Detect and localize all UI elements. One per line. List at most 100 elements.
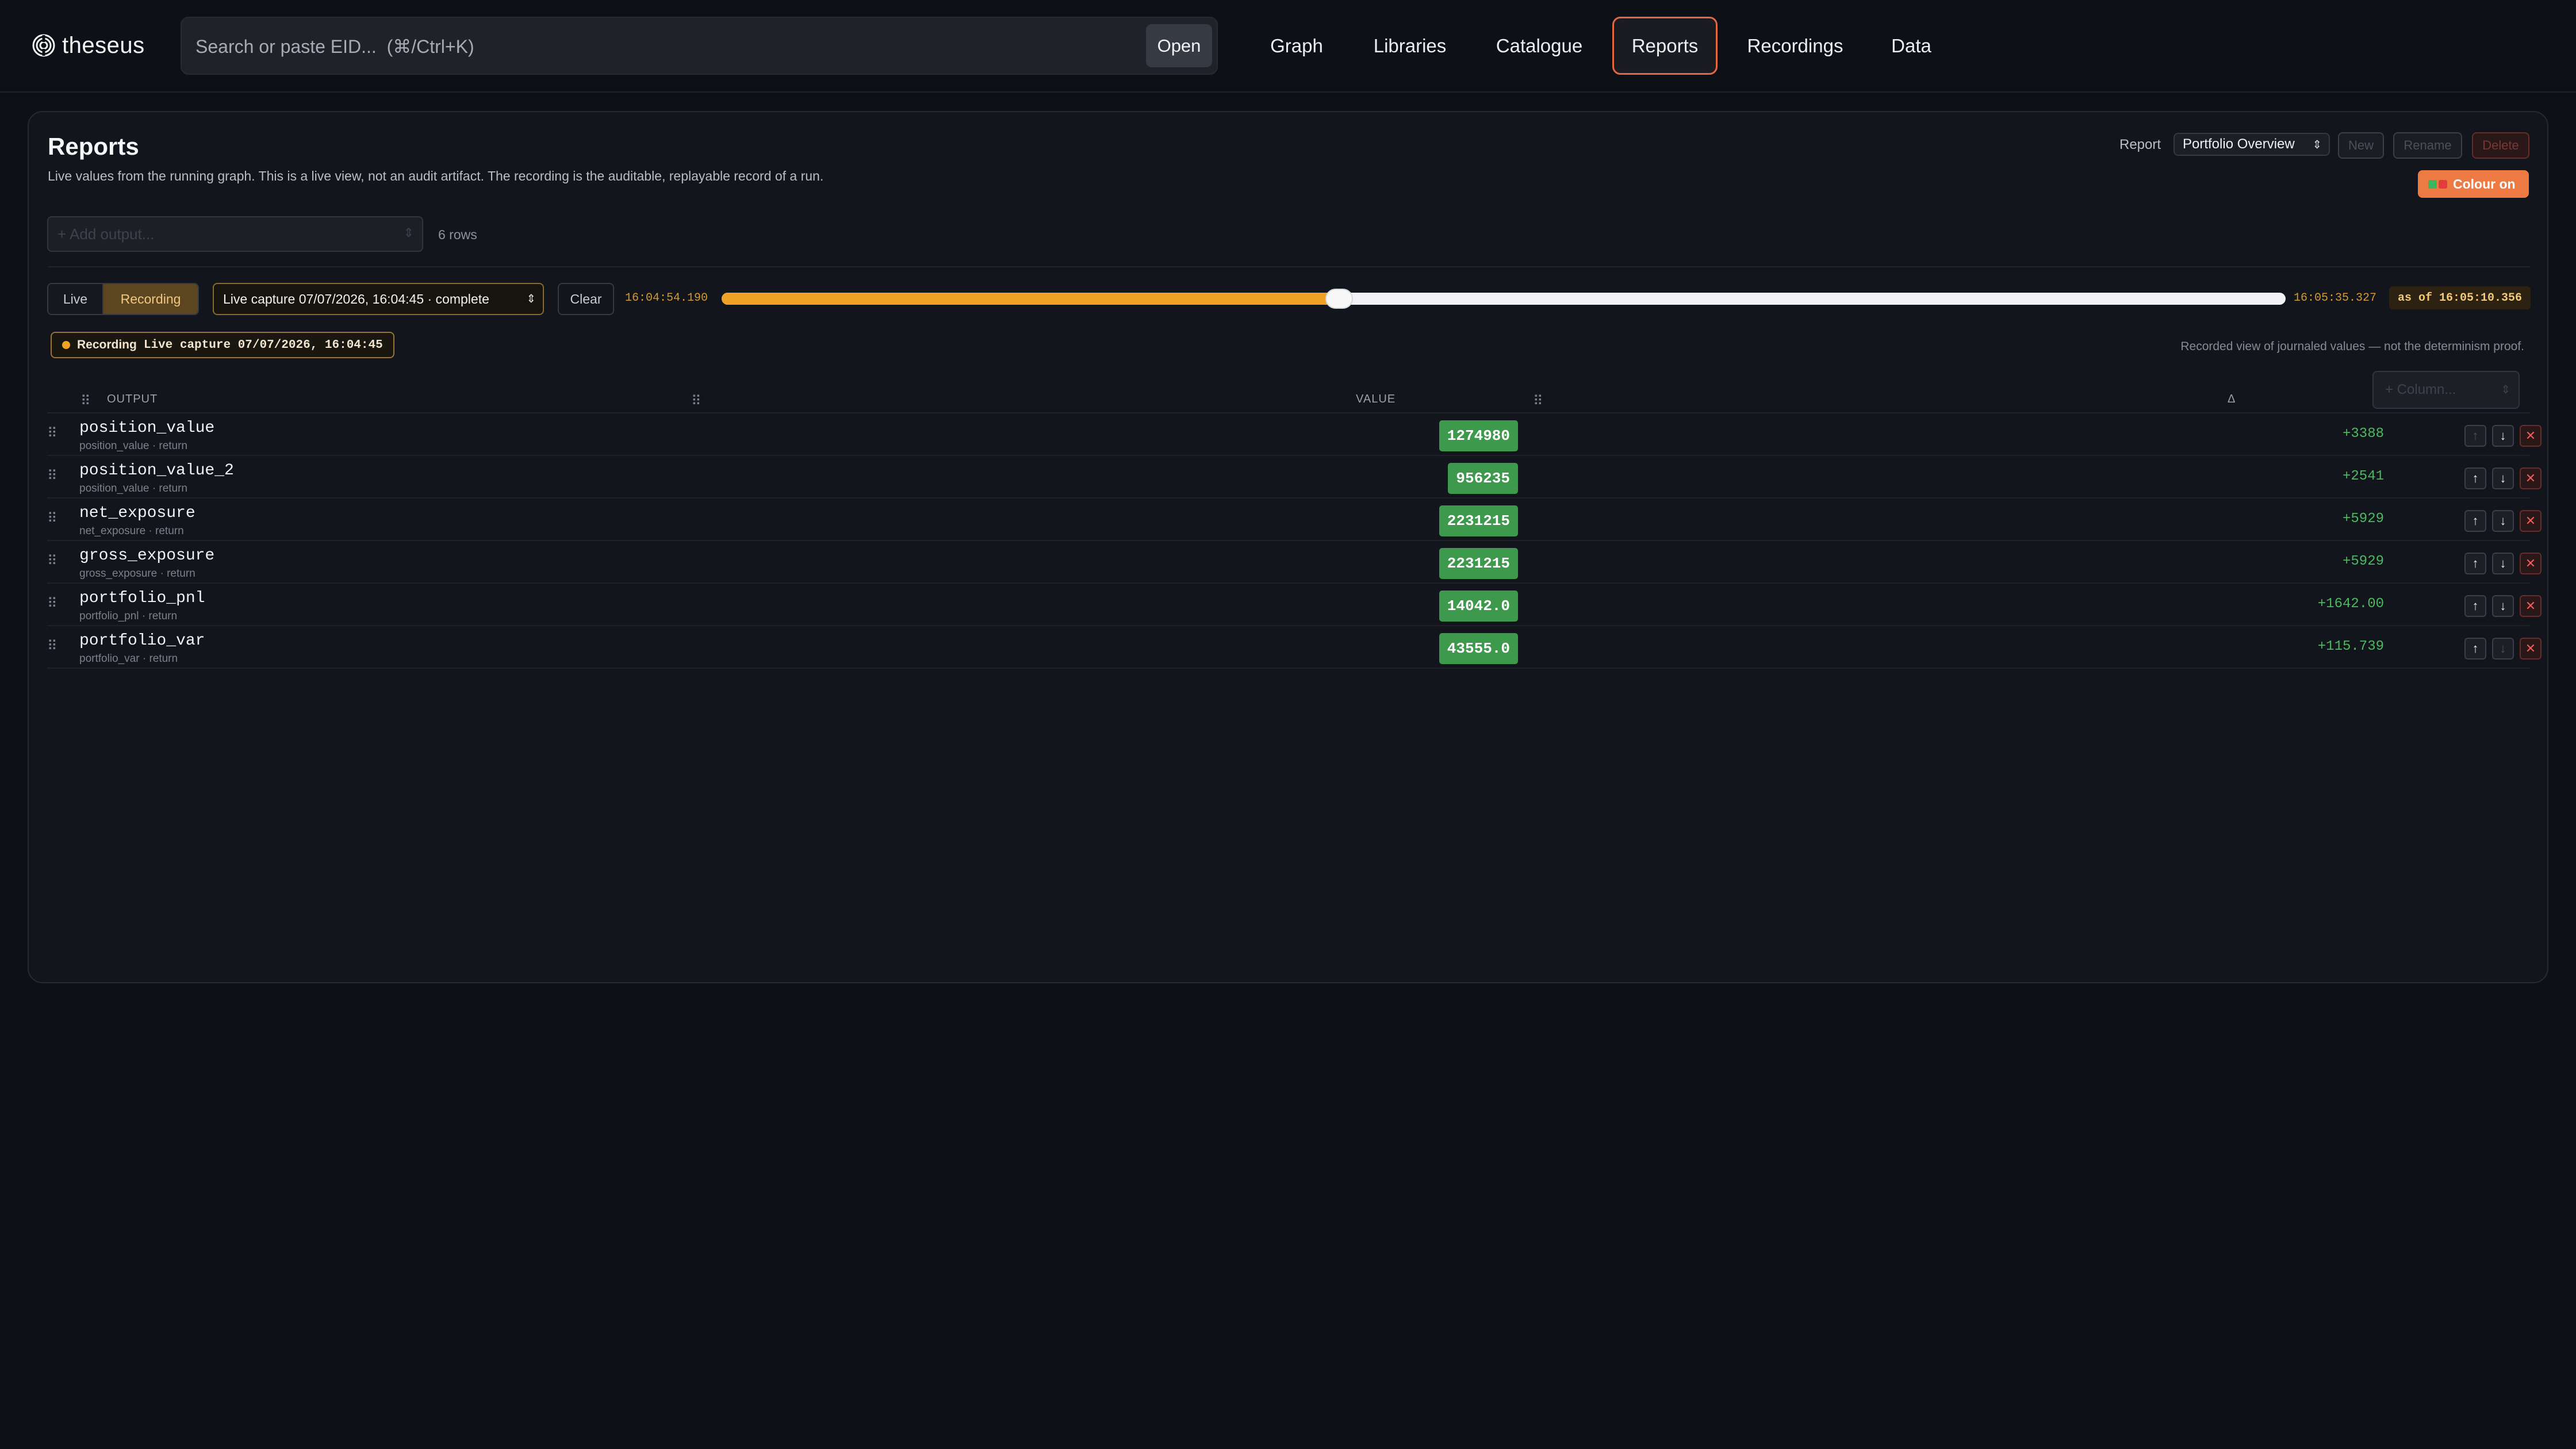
open-button[interactable]: Open (1146, 24, 1212, 67)
row-drag-handle-icon[interactable]: ⠿ (47, 638, 57, 654)
select-caret-icon: ⇕ (526, 293, 536, 305)
select-caret-icon: ⇕ (403, 225, 414, 240)
nav-graph[interactable]: Graph (1263, 17, 1331, 75)
delete-report-button[interactable]: Delete (2472, 132, 2529, 159)
recording-status-badge: Recording Live capture 07/07/2026, 16:04… (51, 332, 394, 358)
row-output-sub: gross_exposure · return (79, 568, 195, 580)
page-description: Live values from the running graph. This… (48, 168, 824, 183)
drag-handle-icon[interactable]: ⠿ (80, 393, 91, 409)
nav-libraries[interactable]: Libraries (1363, 17, 1457, 75)
live-mode-button[interactable]: Live (48, 284, 103, 314)
move-up-icon[interactable]: ↑ (2464, 638, 2486, 660)
mode-toggle: Live Recording (47, 283, 199, 315)
nav-catalogue[interactable]: Catalogue (1486, 17, 1593, 75)
theseus-logo-icon (32, 34, 55, 57)
row-output-name: position_value (79, 419, 215, 437)
capture-select-value: Live capture 07/07/2026, 16:04:45 · comp… (223, 291, 489, 306)
logo[interactable]: theseus (31, 31, 145, 60)
move-down-icon[interactable]: ↓ (2492, 425, 2514, 447)
search-box: Open (181, 17, 1218, 75)
remove-row-icon[interactable]: ✕ (2520, 595, 2542, 617)
table-row[interactable]: ⠿ portfolio_pnl portfolio_pnl · return 1404… (47, 584, 2542, 626)
report-select-value: Portfolio Overview (2183, 136, 2295, 152)
select-caret-icon: ⇕ (2501, 384, 2510, 396)
move-up-icon[interactable]: ↑ (2464, 595, 2486, 617)
remove-row-icon[interactable]: ✕ (2520, 467, 2542, 489)
move-up-icon[interactable]: ↑ (2464, 425, 2486, 447)
row-delta: +2541 (2342, 469, 2384, 484)
row-delta: +5929 (2342, 554, 2384, 569)
move-down-icon[interactable]: ↓ (2492, 638, 2514, 660)
row-drag-handle-icon[interactable]: ⠿ (47, 425, 57, 442)
column-resize-handle-icon[interactable]: ⠿ (1533, 393, 1543, 409)
logo-text: theseus (62, 32, 145, 58)
divider (47, 266, 2530, 267)
move-down-icon[interactable]: ↓ (2492, 595, 2514, 617)
as-of-badge: as of 16:05:10.356 (2389, 286, 2531, 309)
colour-swatch-icon (2428, 179, 2447, 189)
table-row[interactable]: ⠿ net_exposure net_exposure · return 223121… (47, 499, 2542, 541)
timeline-slider[interactable] (722, 289, 2286, 309)
row-output-name: portfolio_var (79, 632, 205, 650)
move-up-icon[interactable]: ↑ (2464, 510, 2486, 532)
nav-data[interactable]: Data (1879, 17, 1943, 75)
report-label: Report (2119, 137, 2161, 152)
timeline-end-time: 16:05:35.327 (2294, 292, 2377, 305)
row-output-sub: net_exposure · return (79, 525, 184, 537)
move-down-icon[interactable]: ↓ (2492, 553, 2514, 574)
move-down-icon[interactable]: ↓ (2492, 467, 2514, 489)
row-drag-handle-icon[interactable]: ⠿ (47, 510, 57, 527)
row-output-name: gross_exposure (79, 547, 215, 565)
move-down-icon[interactable]: ↓ (2492, 510, 2514, 532)
clear-button[interactable]: Clear (558, 283, 614, 315)
timeline-start-time: 16:04:54.190 (625, 292, 708, 305)
recording-dot-icon (62, 341, 70, 349)
add-column-button[interactable]: + Column... ⇕ (2372, 371, 2520, 409)
row-delta: +5929 (2342, 511, 2384, 527)
row-output-name: portfolio_pnl (79, 589, 205, 607)
remove-row-icon[interactable]: ✕ (2520, 425, 2542, 447)
new-report-button[interactable]: New (2338, 132, 2384, 159)
row-output-name: net_exposure (79, 504, 195, 522)
row-delta: +1642.00 (2317, 596, 2384, 612)
column-header-output[interactable]: OUTPUT (107, 393, 158, 406)
colour-toggle-button[interactable]: Colour on (2418, 170, 2529, 198)
row-value-pill: 43555.0 (1439, 633, 1518, 664)
search-input[interactable] (195, 32, 1116, 62)
row-value-pill: 2231215 (1439, 505, 1518, 536)
row-value-pill: 2231215 (1439, 548, 1518, 579)
column-header-delta[interactable]: Δ (2228, 393, 2236, 406)
column-resize-handle-icon[interactable]: ⠿ (691, 393, 702, 409)
report-select[interactable]: Portfolio Overview ⇕ (2174, 133, 2330, 156)
add-output-combobox[interactable]: ⇕ (47, 216, 423, 252)
add-output-input[interactable] (57, 224, 379, 244)
table-row[interactable]: ⠿ gross_exposure gross_exposure · return 22… (47, 541, 2542, 584)
table-row[interactable]: ⠿ position_value_2 position_value · return… (47, 456, 2542, 499)
top-bar: theseus Open Graph Libraries Catalogue R… (0, 0, 2576, 93)
move-up-icon[interactable]: ↑ (2464, 467, 2486, 489)
table-row[interactable]: ⠿ portfolio_var portfolio_var · return 4355… (47, 626, 2542, 669)
recording-mode-button[interactable]: Recording (103, 284, 198, 314)
reports-panel: Reports Live values from the running gra… (28, 111, 2548, 983)
nav-reports[interactable]: Reports (1612, 17, 1718, 75)
row-value-pill: 956235 (1448, 463, 1518, 494)
select-caret-icon: ⇕ (2312, 139, 2322, 151)
row-drag-handle-icon[interactable]: ⠿ (47, 595, 57, 612)
table-row[interactable]: ⠿ position_value position_value · return 12… (47, 413, 2542, 456)
nav-recordings[interactable]: Recordings (1736, 17, 1854, 75)
row-drag-handle-icon[interactable]: ⠿ (47, 553, 57, 569)
row-delta: +115.739 (2317, 639, 2384, 654)
remove-row-icon[interactable]: ✕ (2520, 553, 2542, 574)
row-drag-handle-icon[interactable]: ⠿ (47, 467, 57, 484)
row-value-pill: 14042.0 (1439, 591, 1518, 622)
capture-select[interactable]: Live capture 07/07/2026, 16:04:45 · comp… (213, 283, 544, 315)
row-output-name: position_value_2 (79, 462, 234, 480)
remove-row-icon[interactable]: ✕ (2520, 638, 2542, 660)
timeline-progress (722, 293, 1340, 305)
remove-row-icon[interactable]: ✕ (2520, 510, 2542, 532)
rename-report-button[interactable]: Rename (2393, 132, 2462, 159)
timeline-thumb[interactable] (1325, 289, 1354, 309)
column-header-value[interactable]: VALUE (1356, 393, 1396, 406)
row-output-sub: portfolio_pnl · return (79, 610, 178, 622)
move-up-icon[interactable]: ↑ (2464, 553, 2486, 574)
